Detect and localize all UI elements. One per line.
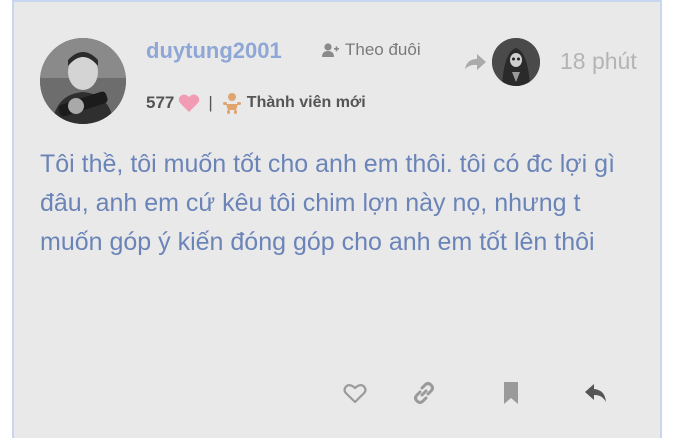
post-time[interactable]: 18 phút [560,48,637,75]
reply-arrow-icon [465,54,486,70]
heart-icon [179,94,200,112]
reply-to-avatar-image [492,38,540,86]
reply-to-avatar[interactable] [492,38,540,86]
heart-outline-icon[interactable] [342,380,368,406]
reply-icon[interactable] [583,380,609,406]
post-card: duytung2001 Theo đuôi 18 phút 577 | Thàn… [12,0,662,438]
meta-separator: | [208,93,213,112]
post-body: Tôi thề, tôi muốn tốt cho anh em thôi. t… [40,150,616,256]
link-icon[interactable] [411,380,437,406]
avatar-image [40,38,126,124]
user-avatar[interactable] [40,38,126,124]
add-user-icon [322,43,339,57]
username-link[interactable]: duytung2001 [146,38,282,64]
likes-count: 577 [146,93,175,112]
follow-button[interactable]: Theo đuôi [321,40,421,60]
baby-icon [222,93,241,114]
user-title: Thành viên mới [246,94,366,111]
follow-label: Theo đuôi [345,40,421,59]
bookmark-icon[interactable] [498,380,524,406]
user-meta: 577 | Thành viên mới [146,92,366,114]
